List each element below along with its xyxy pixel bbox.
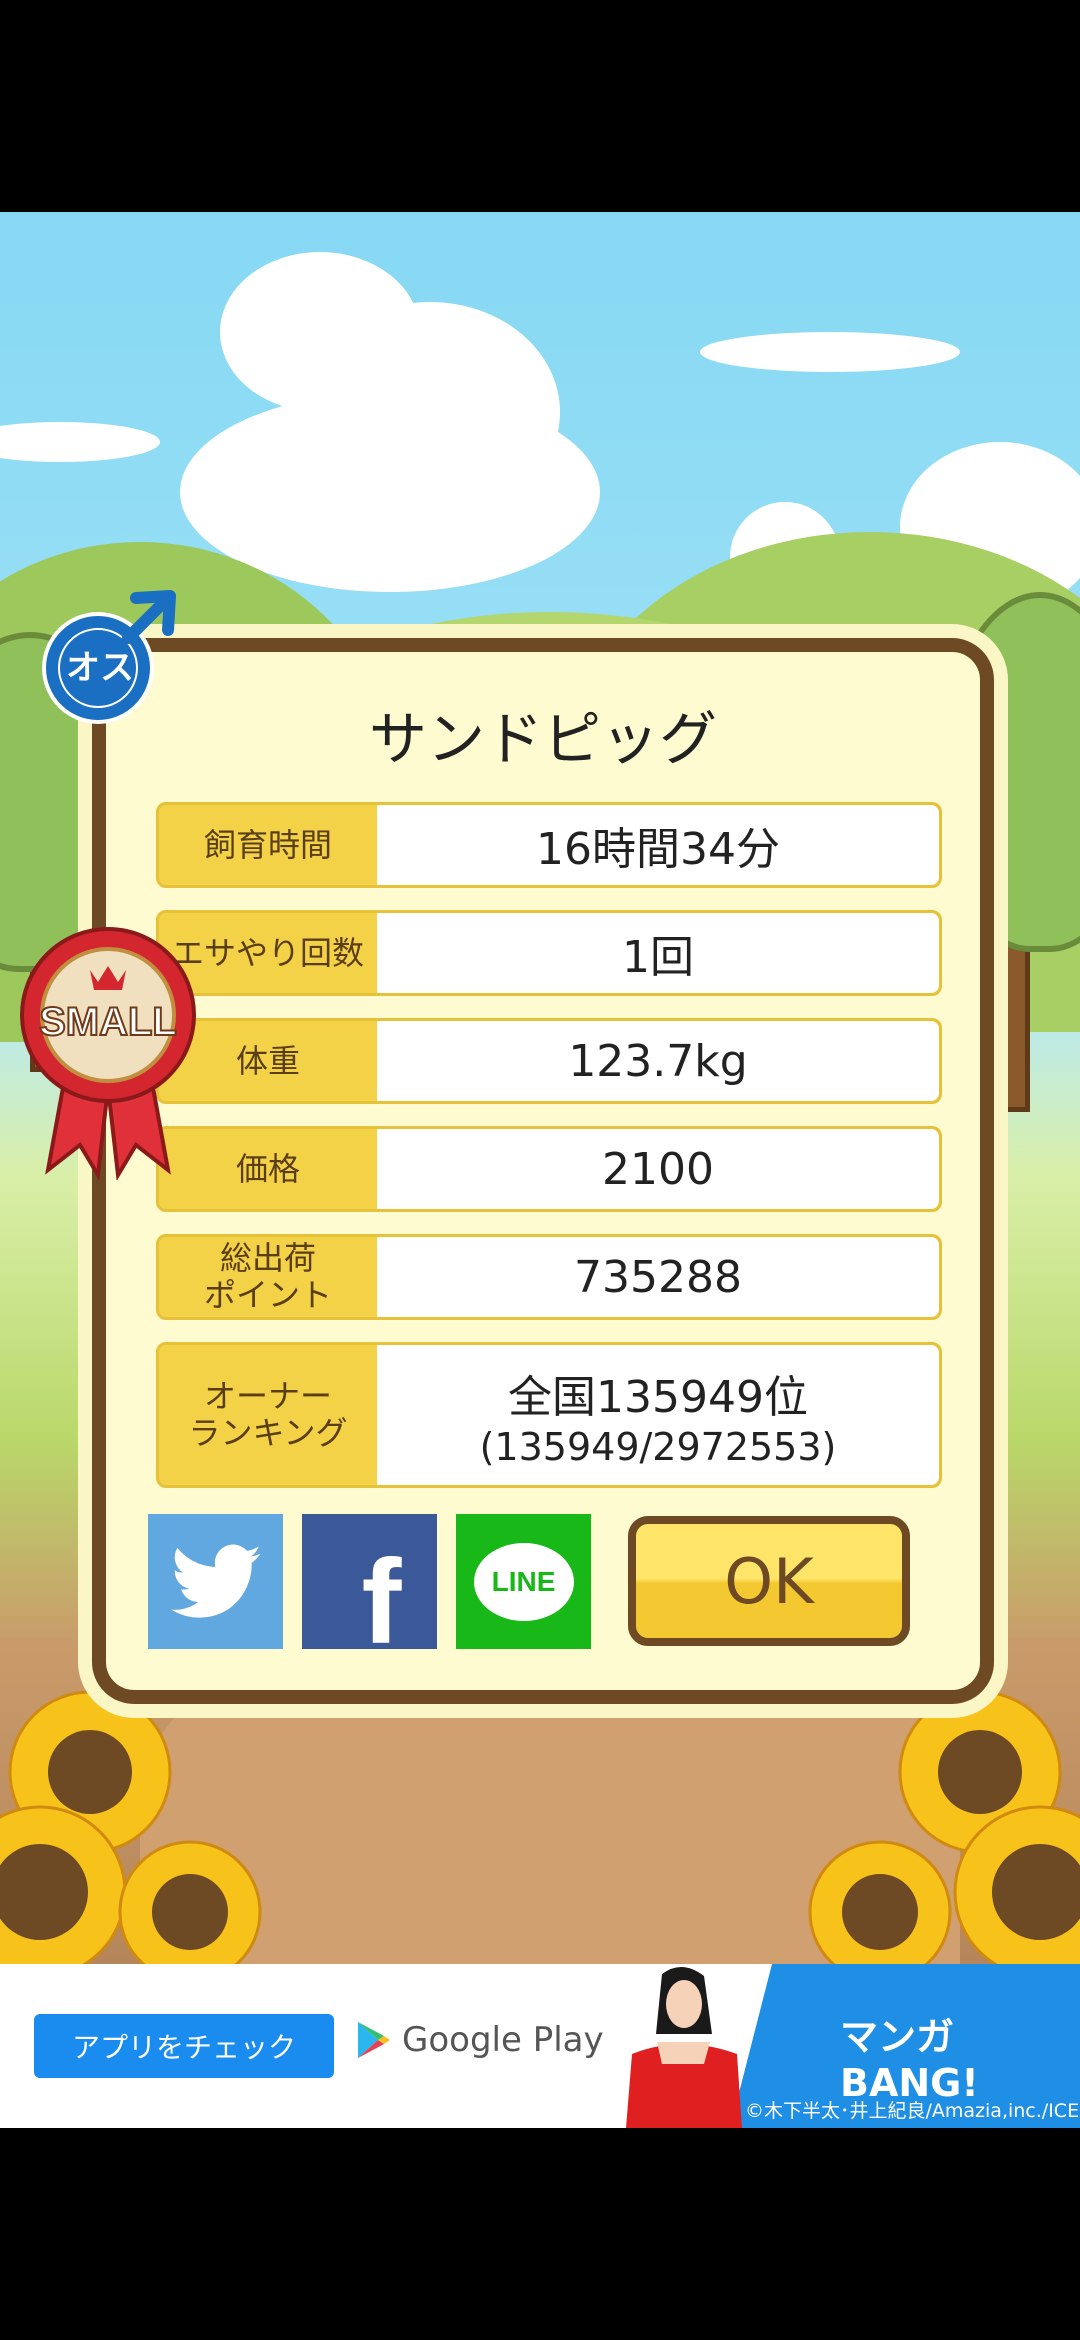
sunflowers-left <box>0 1690 262 1964</box>
line-label: LINE <box>491 1565 556 1597</box>
ranking-detail: (135949/2972553) <box>479 1425 837 1469</box>
stat-row-feed-count: エサやり回数 1回 <box>156 910 942 996</box>
result-dialog: サンドピッグ 飼育時間 16時間34分 エサやり回数 1回 体重 123.7kg… <box>92 638 994 1704</box>
facebook-share-button[interactable]: f <box>302 1514 437 1669</box>
stat-value: 1回 <box>377 913 939 993</box>
stat-row-price: 価格 2100 <box>156 1126 942 1212</box>
sunflowers-right <box>808 1690 1080 1964</box>
size-ribbon-icon <box>20 927 196 1180</box>
stat-row-weight: 体重 123.7kg <box>156 1018 942 1104</box>
stat-row-shipping-points: 総出荷 ポイント 735288 <box>156 1234 942 1320</box>
cloud <box>0 422 160 462</box>
twitter-bird-icon <box>170 1544 261 1618</box>
stat-value: 全国135949位 (135949/2972553) <box>377 1345 939 1485</box>
size-badge-label: SMALL <box>38 999 178 1045</box>
ad-credit: ©木下半太･井上紀良/Amazia,inc./ICE <box>745 2100 1080 2122</box>
stat-label: 飼育時間 <box>203 825 332 864</box>
stat-value: 2100 <box>377 1129 939 1209</box>
manga-character-image <box>626 1966 742 2128</box>
stat-row-owner-ranking: オーナー ランキング 全国135949位 (135949/2972553) <box>156 1342 942 1488</box>
line-share-button[interactable]: LINE <box>456 1514 591 1649</box>
stat-value: 735288 <box>377 1237 939 1317</box>
pig-name-title: サンドピッグ <box>368 705 717 773</box>
ad-cta-button[interactable]: アプリをチェック <box>34 2014 334 2078</box>
facebook-icon: f <box>361 1534 402 1669</box>
twitter-share-button[interactable] <box>148 1514 283 1649</box>
gender-label: オス <box>66 648 134 688</box>
stat-value: 123.7kg <box>377 1021 939 1101</box>
google-play-badge[interactable]: Google Play <box>356 2020 604 2060</box>
ok-button[interactable]: OK <box>628 1516 910 1646</box>
ad-banner[interactable]: アプリをチェック Google Play マンガBANG! ©木下半太･井上紀良… <box>0 1964 1080 2128</box>
ranking-position: 全国135949位 <box>508 1372 808 1423</box>
stat-value: 16時間34分 <box>377 805 939 885</box>
cloud <box>700 332 960 372</box>
ad-brand-name: マンガBANG! <box>840 2015 979 2105</box>
stat-row-breeding-time: 飼育時間 16時間34分 <box>156 802 942 888</box>
stat-label: 総出荷 ポイント <box>203 1239 332 1314</box>
game-screen: サンドピッグ 飼育時間 16時間34分 エサやり回数 1回 体重 123.7kg… <box>0 0 1080 2340</box>
google-play-label: Google Play <box>402 2020 604 2060</box>
google-play-icon <box>358 2022 390 2058</box>
line-icon: LINE <box>473 1542 574 1621</box>
stat-label: オーナー ランキング <box>188 1377 348 1452</box>
